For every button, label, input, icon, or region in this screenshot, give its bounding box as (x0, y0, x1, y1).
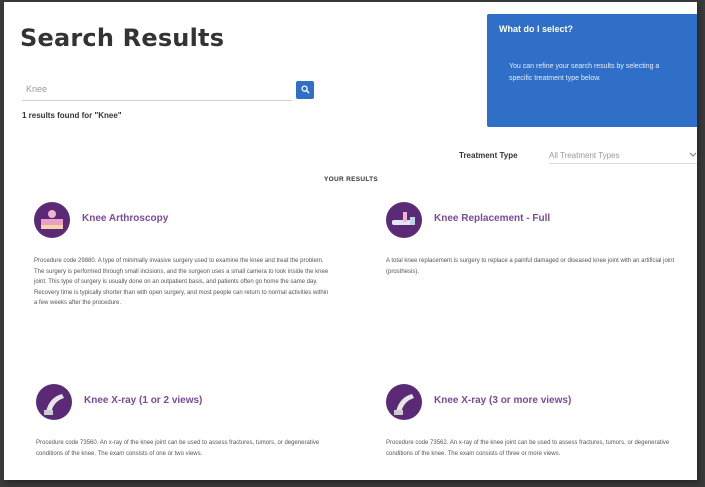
result-title[interactable]: Knee X-ray (1 or 2 views) (84, 395, 202, 406)
result-description: Procedure code 73562. An x-ray of the kn… (386, 440, 670, 457)
xray-icon (386, 384, 422, 420)
search-button[interactable] (296, 80, 314, 99)
knee-arthroscopy-icon (34, 202, 70, 238)
help-box: What do I select? You can refine your se… (487, 14, 697, 127)
treatment-type-label: Treatment Type (459, 151, 518, 160)
help-text: You can refine your search results by se… (509, 63, 660, 82)
result-title[interactable]: Knee X-ray (3 or more views) (434, 395, 571, 406)
search-input[interactable] (22, 78, 292, 101)
knee-replacement-icon (386, 202, 422, 238)
result-description: Procedure code 73560. An x-ray of the kn… (36, 440, 320, 457)
search-icon (300, 85, 310, 94)
result-description: A total knee replacement is surgery to r… (386, 258, 675, 275)
treatment-type-selected: All Treatment Types (549, 150, 620, 160)
search-bar (22, 78, 314, 101)
treatment-type-select[interactable]: All Treatment Types (549, 147, 697, 164)
results-count-text: 1 results found for "Knee" (22, 111, 122, 120)
result-title[interactable]: Knee Arthroscopy (82, 213, 168, 224)
chevron-down-icon (689, 152, 697, 157)
result-title[interactable]: Knee Replacement - Full (434, 213, 550, 224)
search-results-page: Search Results 1 results found for "Knee… (4, 2, 697, 480)
your-results-heading: YOUR RESULTS (324, 176, 379, 183)
xray-icon (36, 384, 72, 420)
help-title: What do I select? (499, 24, 574, 34)
page-title: Search Results (20, 24, 225, 52)
result-description: Procedure code 29880. A type of minimall… (34, 258, 329, 306)
